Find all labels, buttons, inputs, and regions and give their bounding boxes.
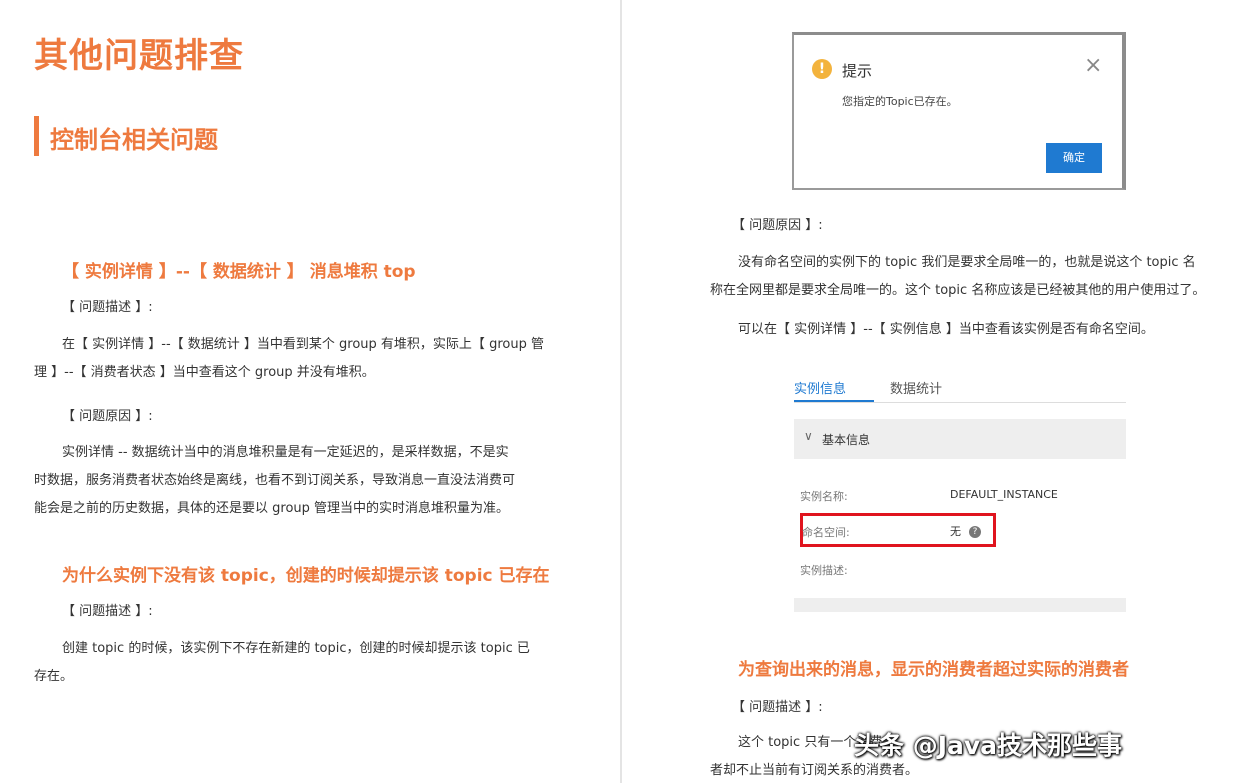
watermark: 头条 @Java技术那些事 [854,731,1123,760]
section-bar [34,116,39,156]
basic-info-header[interactable]: ∨ 基本信息 [794,419,1126,459]
q1-heading: 【 实例详情 】--【 数据统计 】 消息堆积 top [62,262,416,282]
dialog-message: 您指定的Topic已存在。 [842,95,958,108]
q2-desc-line2: 存在。 [34,669,74,684]
instance-name-value: DEFAULT_INSTANCE [950,488,1058,501]
help-icon[interactable]: ? [969,526,981,538]
cause-label: 【 问题原因 】: [732,218,823,233]
basic-info-title: 基本信息 [822,433,871,447]
q1-cause-line2: 时数据，服务消费者状态始终是离线，也看不到订阅关系，导致消息一直没法消费可 [34,473,516,488]
q2-heading: 为什么实例下没有该 topic，创建的时候却提示该 topic 已存在 [62,566,550,586]
tab-instance-info[interactable]: 实例信息 [794,378,846,397]
tab-data-stats[interactable]: 数据统计 [890,378,942,397]
section-title: 控制台相关问题 [50,126,218,154]
cause-line2: 称在全网里都是要求全局唯一的。这个 topic 名称应该是已经被其他的用户使用过… [710,283,1206,298]
cause-line1: 没有命名空间的实例下的 topic 我们是要求全局唯一的，也就是说这个 topi… [738,255,1196,270]
q1-desc-line2: 理 】--【 消费者状态 】当中查看这个 group 并没有堆积。 [34,365,375,380]
alert-dialog: ! 提示 × 您指定的Topic已存在。 确定 [792,32,1126,190]
namespace-value-row: 无? [950,523,981,539]
panel-footer [794,598,1126,612]
right-page: ! 提示 × 您指定的Topic已存在。 确定 【 问题原因 】: 没有命名空间… [622,0,1240,783]
dialog-title: 提示 [842,62,873,80]
tab-baseline [794,402,1126,403]
q1-cause-line1: 实例详情 -- 数据统计当中的消息堆积量是有一定延迟的，是采样数据，不是实 [62,445,509,460]
ok-button[interactable]: 确定 [1046,143,1102,173]
instance-desc-key: 实例描述: [800,564,848,577]
page-title: 其他问题排查 [34,36,244,76]
q2-desc-label: 【 问题描述 】: [62,604,153,619]
q3-heading: 为查询出来的消息，显示的消费者超过实际的消费者 [738,660,1129,680]
tip-text: 可以在【 实例详情 】--【 实例信息 】当中查看该实例是否有命名空间。 [738,322,1154,337]
namespace-value: 无 [950,525,961,538]
namespace-key: 命名空间: [802,526,850,539]
q1-desc-label: 【 问题描述 】: [62,300,153,315]
left-page: 其他问题排查 控制台相关问题 【 实例详情 】--【 数据统计 】 消息堆积 t… [0,0,620,783]
warning-icon: ! [812,59,832,79]
tab-active-underline [794,400,874,402]
q2-desc-line1: 创建 topic 的时候，该实例下不存在新建的 topic，创建的时候却提示该 … [62,641,530,656]
close-icon[interactable]: × [1084,53,1102,78]
q1-cause-label: 【 问题原因 】: [62,409,153,424]
q1-cause-line3: 能会是之前的历史数据，具体的还是要以 group 管理当中的实时消息堆积量为准。 [34,501,510,516]
chevron-down-icon: ∨ [804,429,813,443]
q3-desc-label: 【 问题描述 】: [732,700,823,715]
instance-name-key: 实例名称: [800,490,848,503]
q1-desc-line1: 在【 实例详情 】--【 数据统计 】当中看到某个 group 有堆积，实际上【… [62,337,544,352]
